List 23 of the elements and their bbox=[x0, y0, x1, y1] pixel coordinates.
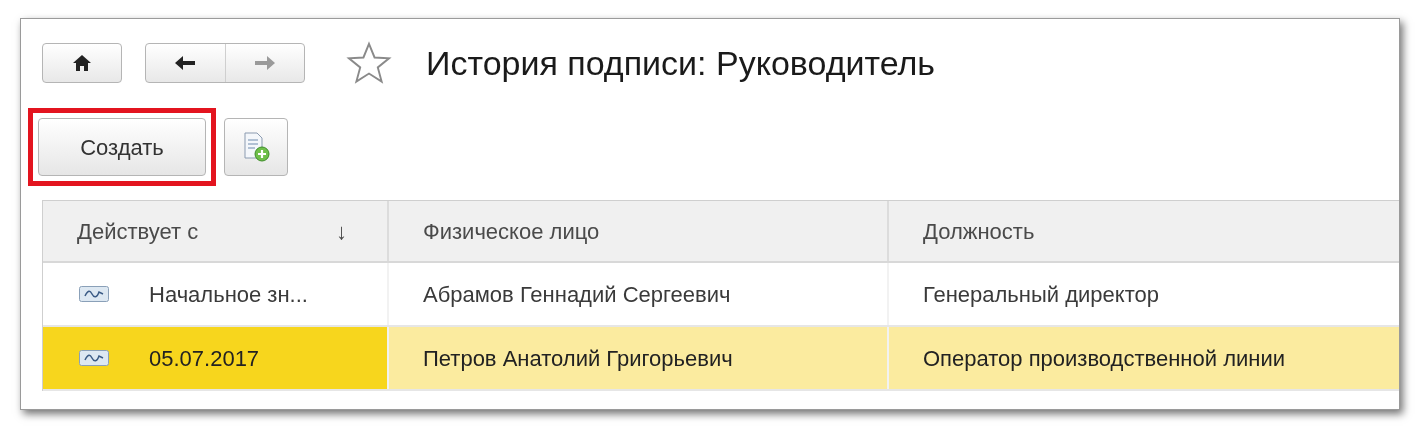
home-icon bbox=[72, 54, 92, 72]
column-header[interactable]: Должность bbox=[889, 201, 1399, 261]
forward-arrow-icon bbox=[253, 55, 276, 71]
home-button[interactable] bbox=[42, 43, 122, 83]
column-header[interactable]: Физическое лицо bbox=[389, 201, 889, 261]
table-row[interactable]: 05.07.2017 Петров Анатолий Григорьевич Оператор производственной линии bbox=[43, 327, 1399, 391]
add-document-icon bbox=[242, 132, 270, 162]
table-cell-text: Абрамов Геннадий Сергеевич bbox=[423, 280, 731, 309]
table-cell-text: Генеральный директор bbox=[923, 280, 1159, 309]
favorite-star-icon[interactable] bbox=[346, 41, 392, 85]
table-cell-text: 05.07.2017 bbox=[149, 344, 260, 373]
column-header[interactable]: Действует с ↓ bbox=[43, 201, 389, 261]
back-arrow-icon bbox=[174, 55, 197, 71]
sort-arrow[interactable]: ↓ bbox=[336, 214, 347, 248]
add-document-button[interactable] bbox=[224, 118, 288, 176]
table-row[interactable]: Начальное зн... Абрамов Геннадий Сергеевич Генеральный директор bbox=[43, 263, 1399, 327]
window-title: История подписи: Руководитель bbox=[426, 42, 936, 84]
signature-record-icon bbox=[79, 350, 109, 366]
signature-record-icon bbox=[79, 286, 109, 302]
table-cell-text: Оператор производственной линии bbox=[923, 344, 1285, 373]
table-cell-text: Петров Анатолий Григорьевич bbox=[423, 344, 733, 373]
create-button[interactable]: Создать bbox=[38, 118, 206, 176]
table-cell-text: Начальное зн... bbox=[149, 280, 308, 309]
